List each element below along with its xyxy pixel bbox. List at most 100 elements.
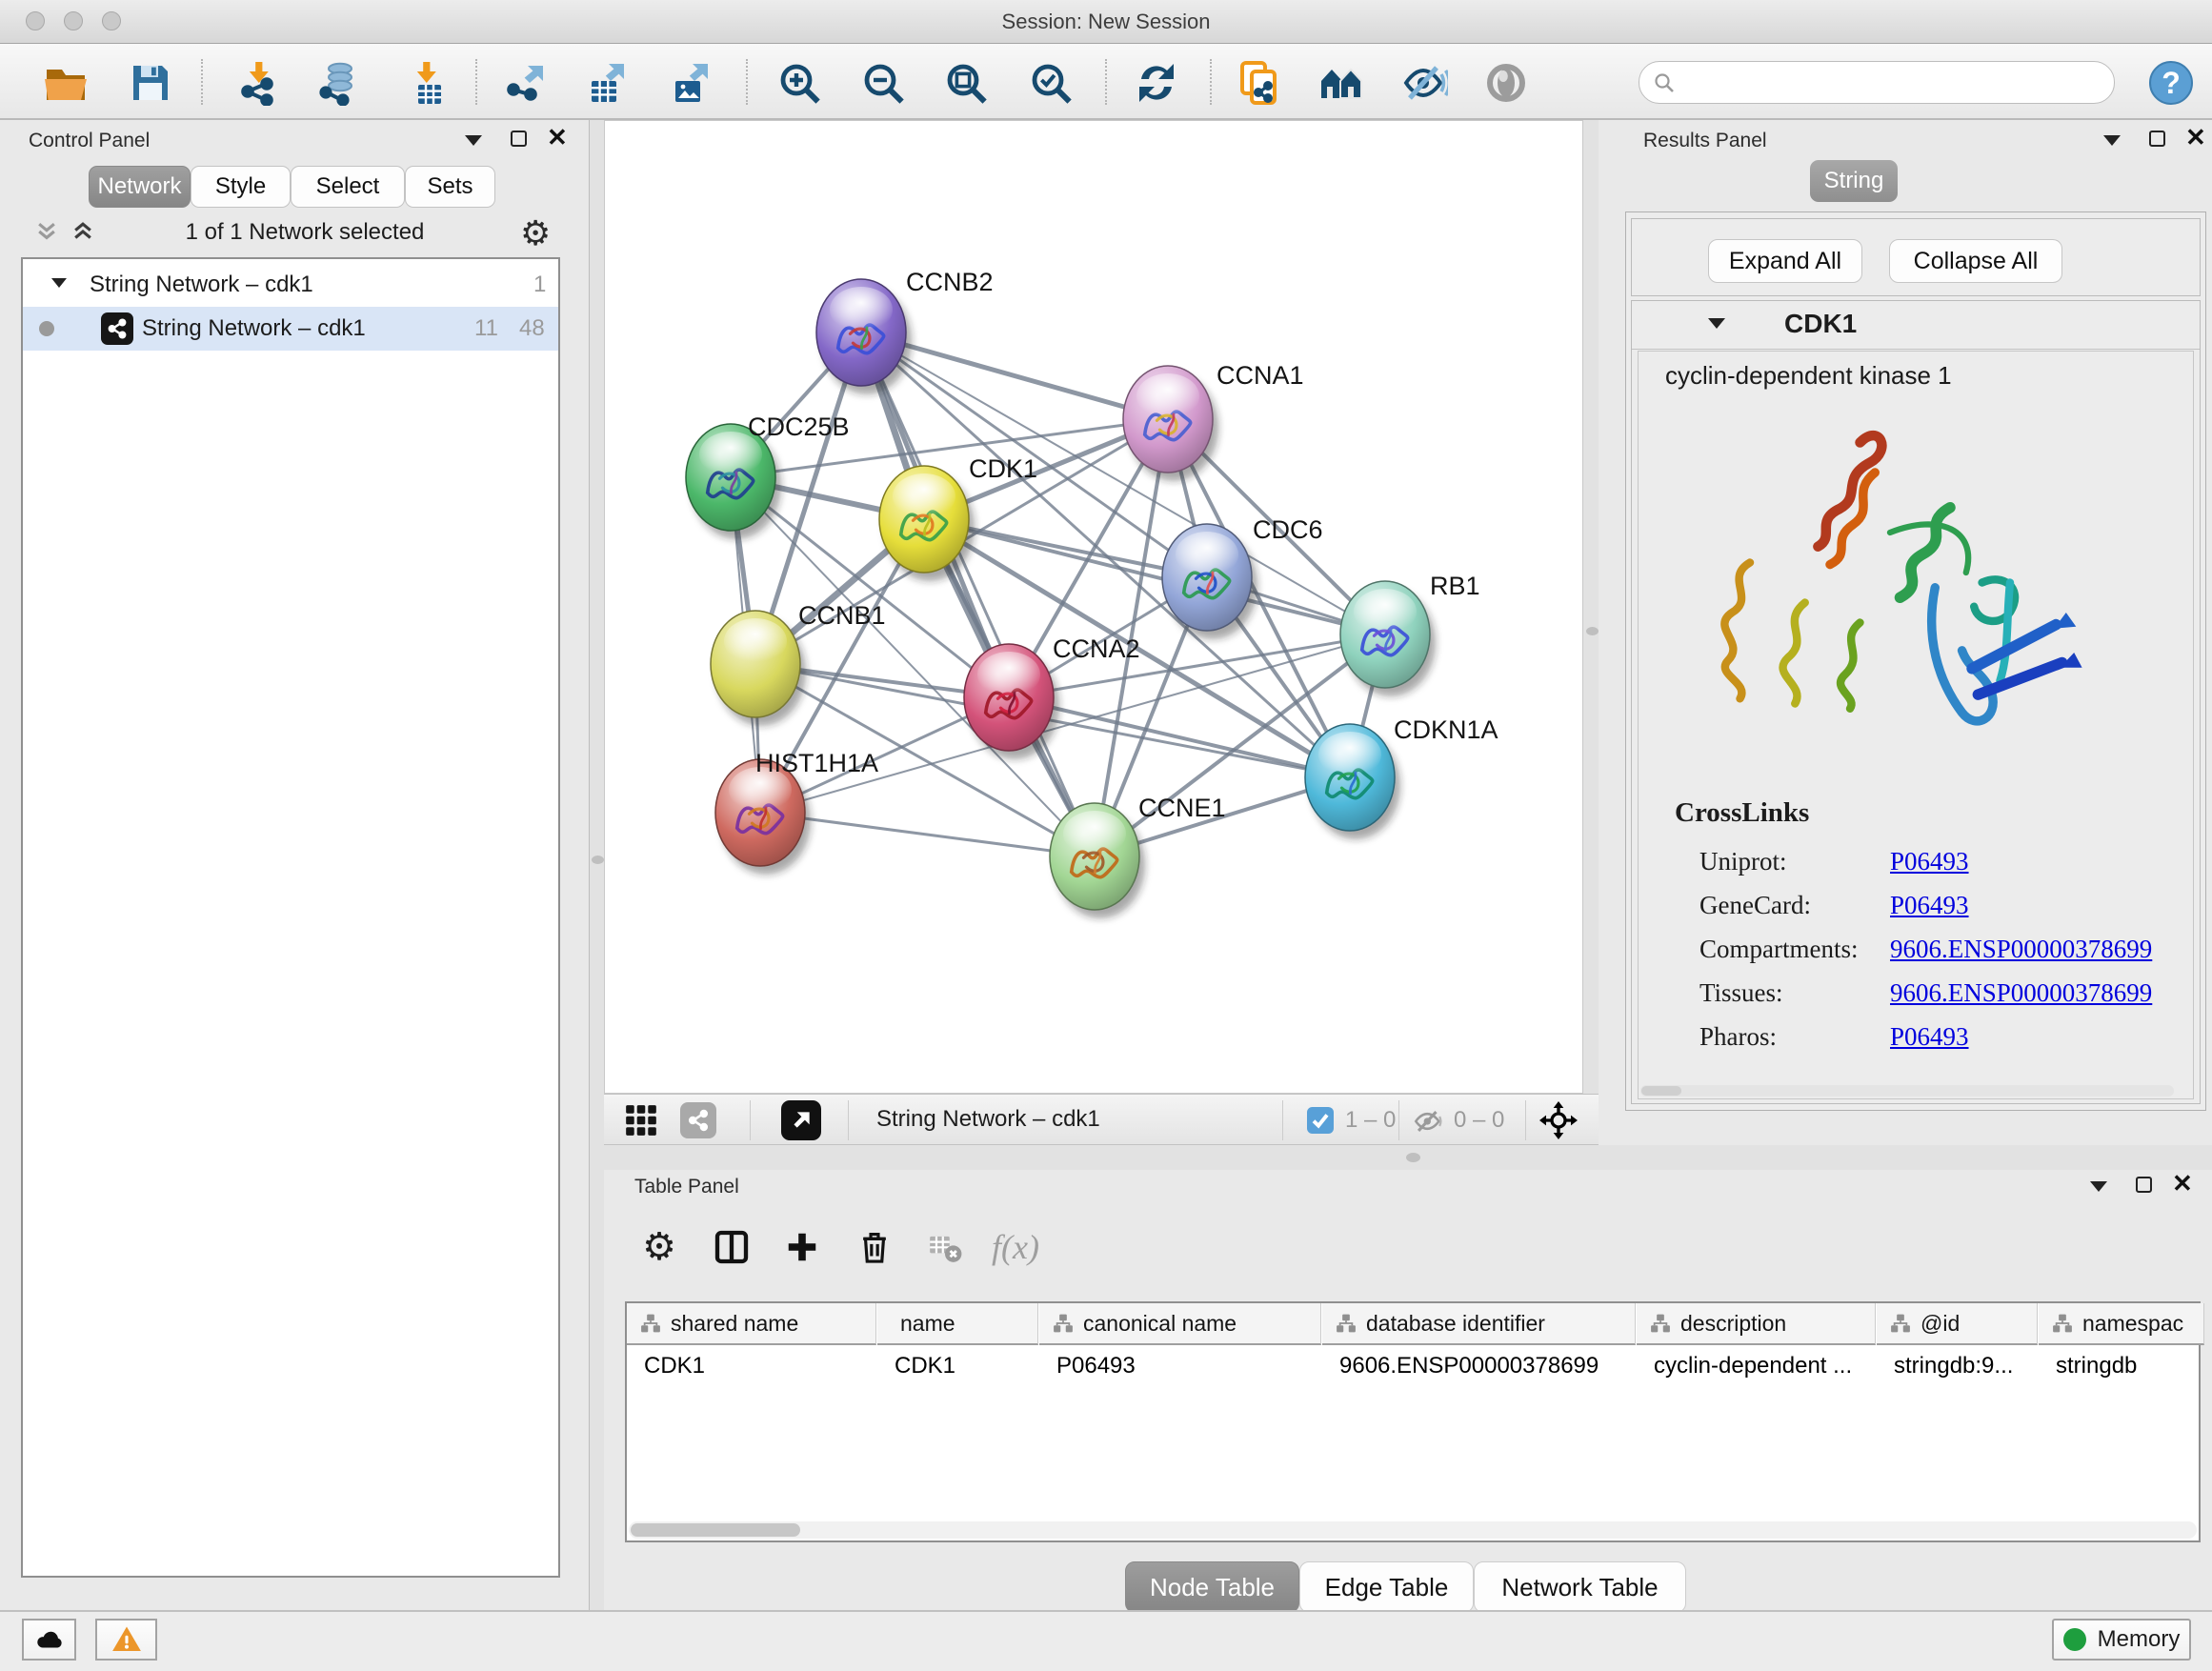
collapse-all-button[interactable]: Collapse All	[1889, 239, 2062, 283]
zoom-out-button[interactable]	[857, 57, 909, 109]
tab-network-table[interactable]: Network Table	[1474, 1561, 1686, 1613]
panel-close-icon[interactable]: ✕	[2172, 1174, 2193, 1193]
import-table-file-button[interactable]	[400, 57, 452, 109]
tab-network[interactable]: Network	[89, 166, 191, 208]
delete-column-icon[interactable]	[852, 1224, 897, 1270]
panel-close-icon[interactable]: ✕	[2185, 128, 2206, 147]
column-header-shared-name[interactable]: shared name	[627, 1303, 876, 1345]
traffic-light-close-icon[interactable]	[26, 11, 45, 30]
tab-node-table[interactable]: Node Table	[1125, 1561, 1299, 1613]
network-node-CCNB2[interactable]: CCNB2	[816, 268, 994, 394]
tab-string[interactable]: String	[1810, 160, 1898, 202]
zoom-fit-button[interactable]	[940, 57, 992, 109]
selected-checkbox-icon[interactable]	[1307, 1107, 1334, 1134]
crosslink-link[interactable]: 9606.ENSP00000378699	[1890, 978, 2152, 1008]
delete-table-icon[interactable]	[922, 1224, 968, 1270]
birdseye-view-icon[interactable]	[781, 1100, 821, 1140]
panel-menu-icon[interactable]	[2103, 135, 2121, 146]
horizontal-splitter[interactable]	[604, 1145, 2212, 1170]
import-network-file-button[interactable]	[232, 57, 284, 109]
panel-float-icon[interactable]	[2136, 1177, 2152, 1193]
table-cell[interactable]: stringdb	[2039, 1347, 2204, 1385]
column-header-database-identifier[interactable]: database identifier	[1322, 1303, 1636, 1345]
export-table-button[interactable]	[581, 57, 633, 109]
network-edge-CCNA2-CDKN1A[interactable]	[1009, 697, 1350, 777]
collapse-all-chevrons-icon[interactable]	[34, 219, 59, 244]
panel-float-icon[interactable]	[511, 131, 527, 147]
crosslink-link[interactable]: 9606.ENSP00000378699	[1890, 935, 2152, 964]
grid-view-icon[interactable]	[623, 1102, 659, 1138]
tab-edge-table[interactable]: Edge Table	[1299, 1561, 1474, 1613]
table-cell[interactable]: CDK1	[627, 1347, 876, 1385]
table-options-gear-icon[interactable]: ⚙	[636, 1224, 682, 1270]
traffic-light-minimize-icon[interactable]	[64, 11, 83, 30]
show-columns-icon[interactable]	[709, 1224, 754, 1270]
zoom-selected-button[interactable]	[1025, 57, 1076, 109]
search-input[interactable]	[1683, 66, 2102, 99]
network-canvas[interactable]: CCNB2CCNA1CDC25BCDK1CDC6RB1CCNB1CCNA2CDK…	[604, 120, 1583, 1094]
tab-style[interactable]: Style	[191, 166, 291, 208]
string-view-icon[interactable]	[680, 1102, 716, 1138]
traffic-light-zoom-icon[interactable]	[102, 11, 121, 30]
network-row-selected[interactable]: String Network – cdk1 11 48	[23, 307, 558, 351]
table-cell[interactable]: cyclin-dependent ...	[1637, 1347, 1876, 1385]
export-network-button[interactable]	[500, 57, 552, 109]
column-header-canonical-name[interactable]: canonical name	[1039, 1303, 1321, 1345]
vertical-splitter-right[interactable]	[1583, 120, 1599, 1145]
export-image-button[interactable]	[665, 57, 716, 109]
column-header-description[interactable]: description	[1637, 1303, 1876, 1345]
vertical-splitter-left[interactable]	[590, 120, 604, 1610]
expand-all-button[interactable]: Expand All	[1708, 239, 1862, 283]
column-header-name[interactable]: name	[877, 1303, 1038, 1345]
open-session-button[interactable]	[40, 57, 91, 109]
network-node-RB1[interactable]: RB1	[1340, 572, 1480, 696]
expand-all-chevrons-icon[interactable]	[70, 219, 95, 244]
crosslink-link[interactable]: P06493	[1890, 1022, 1969, 1052]
help-button[interactable]: ?	[2145, 57, 2197, 109]
table-hscrollbar[interactable]	[629, 1521, 2197, 1539]
duplicate-page-button[interactable]	[1234, 57, 1285, 109]
refresh-button[interactable]	[1131, 57, 1182, 109]
network-node-HIST1H1A[interactable]: HIST1H1A	[715, 749, 878, 875]
tab-select[interactable]: Select	[291, 166, 405, 208]
import-network-database-button[interactable]	[312, 57, 364, 109]
table-hscrollbar-thumb[interactable]	[631, 1523, 800, 1537]
table-cell[interactable]: P06493	[1039, 1347, 1321, 1385]
panel-close-icon[interactable]: ✕	[547, 128, 568, 147]
network-node-CCNB1[interactable]: CCNB1	[711, 601, 886, 726]
network-node-CDKN1A[interactable]: CDKN1A	[1305, 715, 1498, 839]
column-header--id[interactable]: @id	[1877, 1303, 2038, 1345]
section-collapse-caret-icon[interactable]	[1708, 318, 1725, 329]
hide-graphics-button[interactable]	[1399, 57, 1451, 109]
network-node-CDC6[interactable]: CDC6	[1162, 515, 1323, 639]
table-cell[interactable]: CDK1	[877, 1347, 1038, 1385]
tab-sets[interactable]: Sets	[405, 166, 495, 208]
show-graphics-details-button[interactable]	[1480, 57, 1532, 109]
network-collection-row[interactable]: String Network – cdk1 1	[23, 263, 558, 307]
fit-content-crosshair-icon[interactable]	[1539, 1101, 1578, 1139]
crosslink-link[interactable]: P06493	[1890, 847, 1969, 876]
results-hscrollbar[interactable]	[1640, 1085, 2174, 1097]
cloud-status-button[interactable]	[22, 1619, 76, 1661]
network-node-CDK1[interactable]: CDK1	[879, 454, 1037, 581]
column-header-namespac[interactable]: namespac	[2039, 1303, 2204, 1345]
memory-button[interactable]: Memory	[2052, 1619, 2191, 1661]
crosslink-link[interactable]: P06493	[1890, 891, 1969, 920]
network-graph[interactable]: CCNB2CCNA1CDC25BCDK1CDC6RB1CCNB1CCNA2CDK…	[605, 121, 1582, 1093]
network-node-CDC25B[interactable]: CDC25B	[686, 413, 850, 539]
panel-float-icon[interactable]	[2149, 131, 2165, 147]
create-column-icon[interactable]	[779, 1224, 825, 1270]
home-button[interactable]	[1317, 57, 1368, 109]
network-node-CCNE1[interactable]: CCNE1	[1050, 794, 1226, 918]
function-builder-button[interactable]: f(x)	[993, 1224, 1038, 1270]
network-edge-CCNB2-CCNE1[interactable]	[861, 332, 1095, 856]
panel-menu-icon[interactable]	[2090, 1181, 2107, 1192]
panel-menu-icon[interactable]	[465, 135, 482, 146]
table-cell[interactable]: stringdb:9...	[1877, 1347, 2038, 1385]
table-cell[interactable]: 9606.ENSP00000378699	[1322, 1347, 1636, 1385]
network-options-gear-icon[interactable]: ⚙	[520, 213, 551, 253]
save-session-button[interactable]	[125, 57, 176, 109]
zoom-in-button[interactable]	[774, 57, 825, 109]
tree-expand-caret-icon[interactable]	[51, 278, 67, 288]
warning-status-button[interactable]	[95, 1619, 157, 1661]
